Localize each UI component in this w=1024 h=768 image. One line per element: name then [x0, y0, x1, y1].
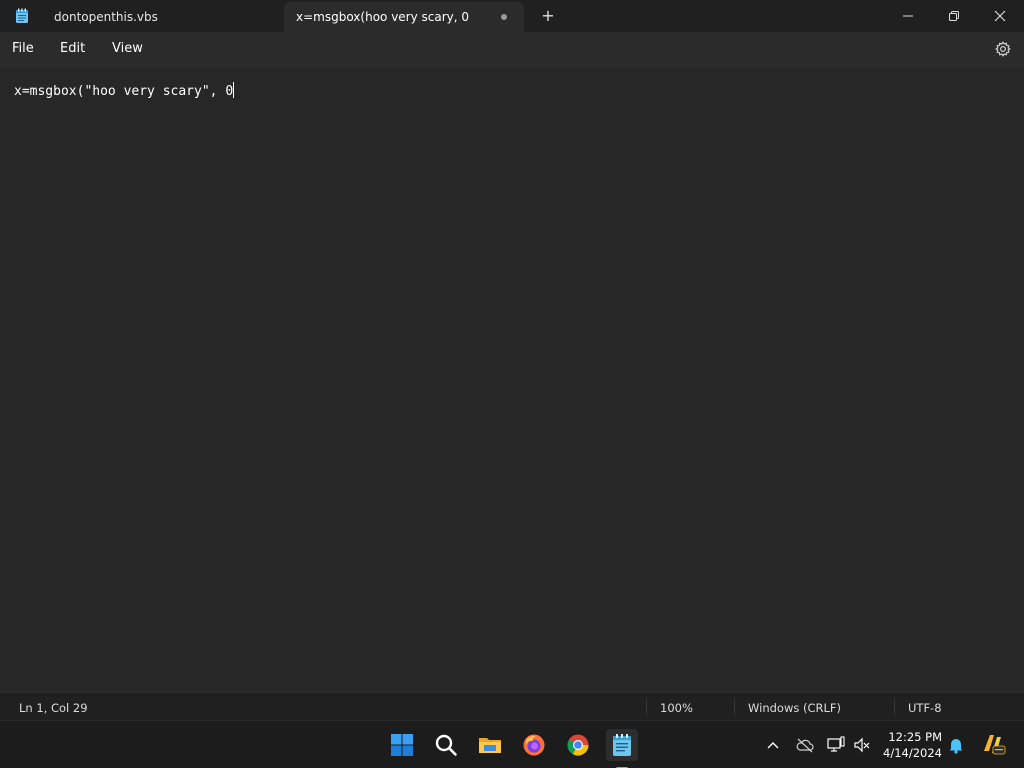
status-bar: Ln 1, Col 29 100% Windows (CRLF) UTF-8 [0, 692, 1024, 720]
encoding[interactable]: UTF-8 [908, 701, 942, 715]
tab-label: x=msgbox(hoo very scary, 0 [296, 10, 470, 24]
notepad-app-icon [15, 8, 29, 24]
start-icon [391, 734, 413, 756]
menu-edit[interactable]: Edit [60, 41, 85, 56]
onedrive-button[interactable] [795, 735, 815, 755]
clock[interactable]: 12:25 PM 4/14/2024 [880, 729, 942, 761]
editor-text: x=msgbox("hoo very scary", 0 [14, 84, 234, 99]
search-icon [435, 734, 457, 756]
notepad-icon [613, 734, 631, 756]
firefox-icon [523, 734, 545, 756]
chrome-icon [567, 734, 589, 756]
tab-current-document[interactable]: x=msgbox(hoo very scary, 0 [284, 2, 524, 32]
status-divider [894, 699, 895, 715]
menu-file[interactable]: File [12, 41, 34, 56]
zoom-level[interactable]: 100% [660, 701, 693, 715]
gear-icon [995, 41, 1011, 57]
restore-button[interactable] [931, 0, 977, 32]
restore-icon [949, 11, 959, 21]
menu-bar: File Edit View [0, 32, 1024, 68]
copilot-button[interactable] [980, 731, 1006, 757]
status-divider [646, 699, 647, 715]
search-button[interactable] [430, 729, 462, 761]
close-icon [994, 10, 1006, 22]
title-bar: dontopenthis.vbs x=msgbox(hoo very scary… [0, 0, 1024, 32]
settings-button[interactable] [994, 40, 1012, 58]
bell-icon [949, 739, 963, 754]
start-button[interactable] [386, 729, 418, 761]
status-divider [734, 699, 735, 715]
editor-content[interactable]: x=msgbox("hoo very scary", 0 [14, 82, 235, 99]
show-hidden-icons-button[interactable] [763, 735, 783, 755]
minimize-icon [903, 15, 913, 17]
minimize-button[interactable] [885, 0, 931, 32]
taskbar: 12:25 PM 4/14/2024 [0, 720, 1024, 768]
menu-view[interactable]: View [112, 41, 143, 56]
volume-button[interactable] [852, 735, 872, 755]
chevron-up-icon [767, 742, 779, 749]
close-button[interactable] [977, 0, 1023, 32]
firefox-button[interactable] [518, 729, 550, 761]
tab-dontopenthis[interactable]: dontopenthis.vbs [42, 2, 282, 32]
text-editor[interactable]: x=msgbox("hoo very scary", 0 [0, 68, 1024, 692]
copilot-icon [984, 735, 1006, 755]
file-explorer-icon [479, 738, 501, 753]
chrome-button[interactable] [562, 729, 594, 761]
network-button[interactable] [826, 735, 846, 755]
clock-time: 12:25 PM [888, 730, 942, 744]
cloud-offline-icon [796, 738, 814, 753]
line-ending[interactable]: Windows (CRLF) [748, 701, 841, 715]
tab-label: dontopenthis.vbs [54, 10, 158, 24]
speaker-muted-icon [854, 737, 870, 753]
file-explorer-button[interactable] [474, 729, 506, 761]
clock-date: 4/14/2024 [883, 746, 942, 760]
new-tab-button[interactable]: + [536, 6, 560, 26]
text-caret [233, 82, 235, 98]
notifications-button[interactable] [946, 735, 966, 755]
unsaved-indicator-icon[interactable] [501, 14, 507, 20]
cursor-position[interactable]: Ln 1, Col 29 [19, 701, 88, 715]
notepad-taskbar-button[interactable] [606, 729, 638, 768]
network-icon [827, 736, 845, 752]
